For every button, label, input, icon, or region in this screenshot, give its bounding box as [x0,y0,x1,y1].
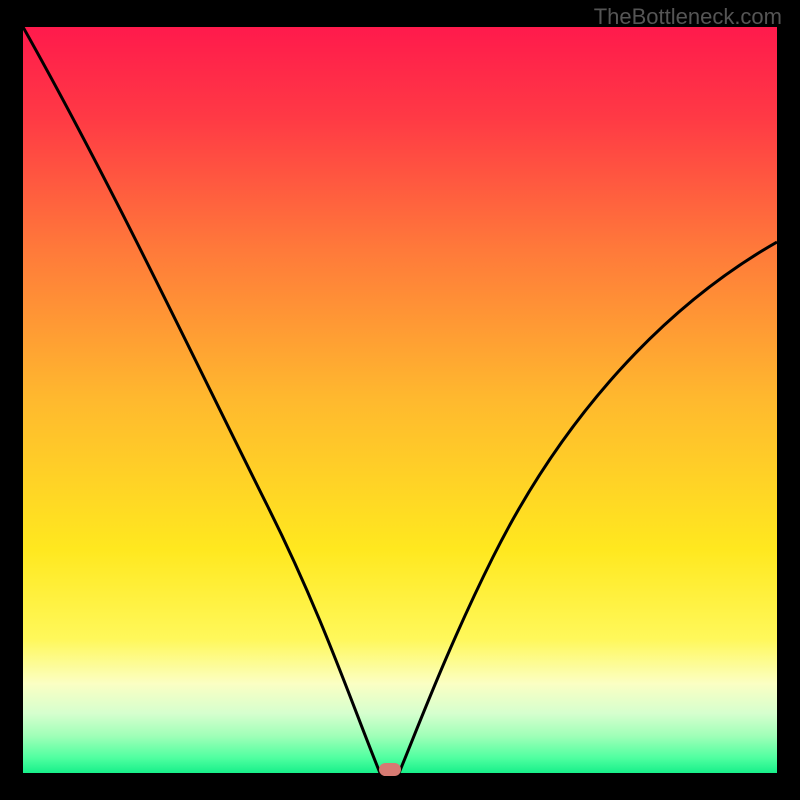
plot-area [23,27,777,773]
gradient-background [23,27,777,773]
chart-container: TheBottleneck.com [0,0,800,800]
bottleneck-curve-chart [23,27,777,773]
watermark-text: TheBottleneck.com [594,4,782,30]
optimum-marker [379,763,401,776]
